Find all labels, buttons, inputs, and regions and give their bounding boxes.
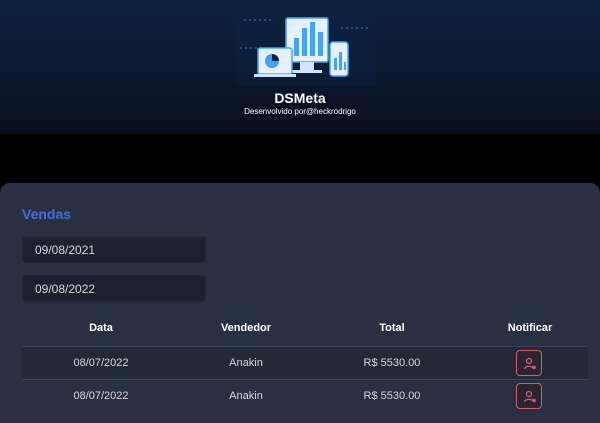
app-title: DSMeta bbox=[274, 90, 326, 106]
end-date-input[interactable]: 09/08/2022 bbox=[22, 275, 206, 302]
column-header-notify: Notificar bbox=[507, 322, 553, 334]
sale-seller: Anakin bbox=[229, 390, 263, 402]
column-header-seller: Vendedor bbox=[220, 322, 272, 334]
header: DSMeta Desenvolvido por@heckrodrigo bbox=[0, 0, 600, 134]
column-header-date: Data bbox=[89, 322, 113, 334]
sale-date: 08/07/2022 bbox=[73, 357, 129, 369]
table-row: 08/07/2022 Anakin R$ 5530.00 bbox=[22, 379, 588, 412]
sale-total: R$ 5530.00 bbox=[363, 357, 421, 369]
dashboard-illustration-icon bbox=[236, 8, 376, 86]
notification-person-icon bbox=[523, 390, 536, 403]
column-header-total: Total bbox=[379, 322, 405, 334]
notify-button[interactable] bbox=[516, 383, 542, 409]
table-row: 08/07/2022 Anakin R$ 5530.00 bbox=[22, 346, 588, 379]
notify-button[interactable] bbox=[516, 350, 542, 376]
notification-person-icon bbox=[523, 357, 536, 370]
sales-title: Vendas bbox=[22, 206, 72, 222]
start-date-input[interactable]: 09/08/2021 bbox=[22, 236, 206, 263]
sales-card: Vendas 09/08/2021 09/08/2022 Data Vended… bbox=[0, 183, 600, 423]
sale-date: 08/07/2022 bbox=[73, 390, 129, 402]
sale-total: R$ 5530.00 bbox=[363, 390, 421, 402]
sale-seller: Anakin bbox=[229, 357, 263, 369]
app-subtitle: Desenvolvido por@heckrodrigo bbox=[244, 107, 356, 116]
